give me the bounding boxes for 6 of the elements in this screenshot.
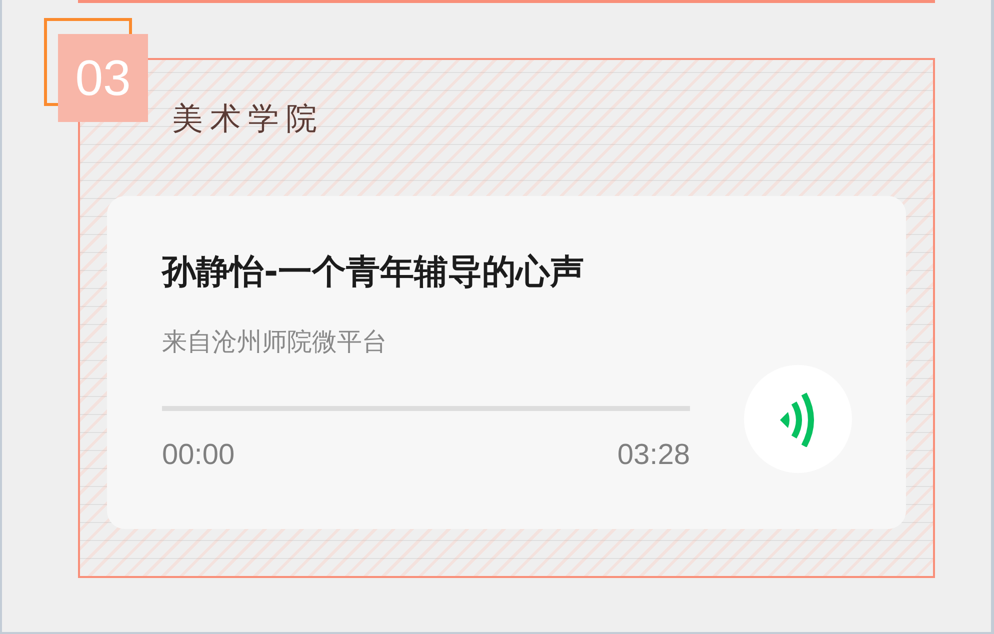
section-number: 03 (58, 34, 148, 122)
elapsed-time: 00:00 (162, 438, 235, 473)
audio-source: 来自沧州师院微平台 (162, 326, 388, 358)
section-title: 美术学院 (172, 100, 325, 139)
duration-time: 03:28 (617, 438, 690, 473)
audio-title: 孙静怡-一个青年辅导的心声 (162, 251, 586, 294)
